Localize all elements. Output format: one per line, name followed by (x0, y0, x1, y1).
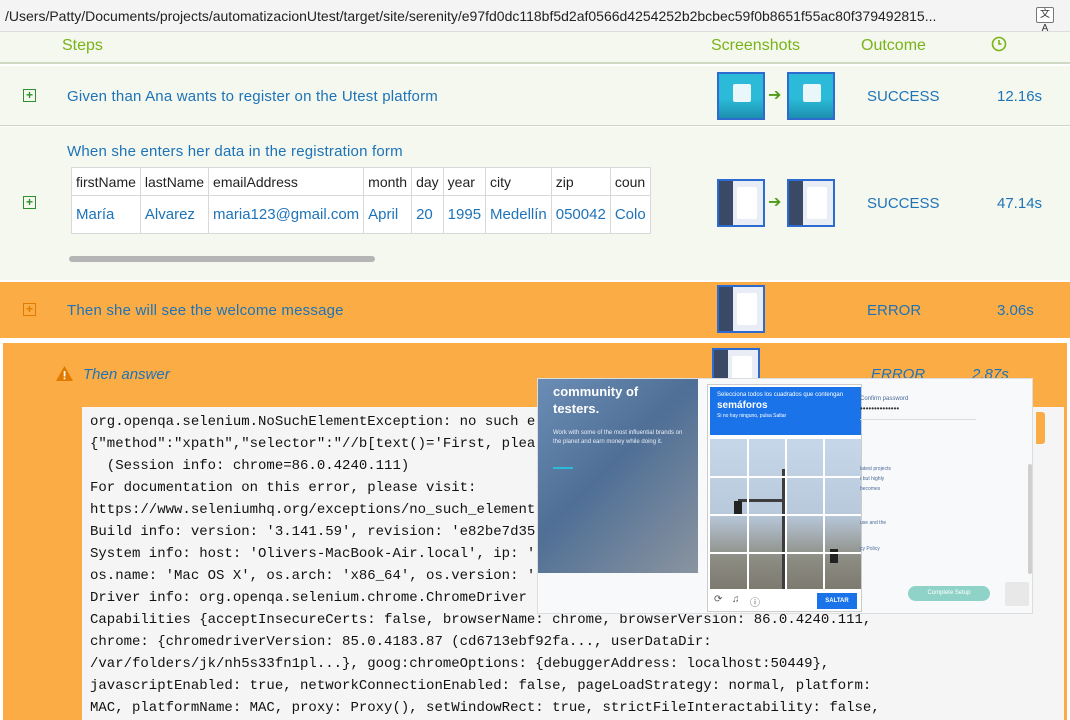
translate-icon[interactable]: 文A (1036, 7, 1054, 34)
console-line: Driver info: org.openqa.selenium.chrome.… (90, 590, 527, 606)
hero-text: Work with some of the most influential b… (553, 430, 683, 445)
column-header: emailAddress (208, 167, 365, 196)
console-line: For documentation on this error, please … (90, 480, 477, 496)
step-duration: 3.06s (997, 302, 1034, 319)
table-cell: Alvarez (139, 195, 210, 234)
side-text: use and the (860, 520, 887, 526)
confirm-password-label: Confirm password (860, 396, 909, 402)
captcha-challenge[interactable]: Selecciona todos los cuadrados que conte… (707, 384, 862, 612)
arrow-right-icon: ➔ (768, 87, 782, 104)
table-cell: maria123@gmail.com (208, 195, 365, 234)
tab-handle (1036, 412, 1045, 444)
hero-title: community of testers. (553, 384, 639, 416)
side-text: cy Policy (860, 546, 880, 552)
table-cell: 050042 (550, 195, 611, 234)
registration-data-table: firstName lastName emailAddress month da… (71, 167, 651, 234)
table-cell: María (71, 195, 141, 234)
captcha-instruction: Selecciona todos los cuadrados que conte… (717, 392, 844, 398)
confirm-password-field[interactable]: •••••••••••••• (860, 404, 976, 420)
hero-image: community of testers. Work with some of t… (538, 379, 698, 573)
captcha-footer: ⟳ ♫ ⓘ SALTAR (710, 591, 861, 611)
side-text: t but highly (860, 476, 885, 482)
recaptcha-badge (1005, 582, 1029, 606)
headphones-icon[interactable]: ♫ (732, 594, 740, 605)
step-title: Then answer (83, 366, 170, 383)
screenshot-thumbnail[interactable] (717, 72, 765, 120)
outcome-status: ERROR (867, 302, 922, 319)
console-line: https://www.seleniumhq.org/exceptions/no… (90, 502, 536, 518)
console-line: Build info: version: '3.141.59', revisio… (90, 524, 536, 540)
outcome-status: SUCCESS (867, 195, 940, 212)
column-header: coun (609, 167, 651, 196)
console-line: os.name: 'Mac OS X', os.arch: 'x86_64', … (90, 568, 536, 584)
arrow-right-icon: ➔ (768, 194, 782, 211)
header-outcome: Outcome (861, 37, 926, 54)
column-header: firstName (71, 167, 141, 196)
table-cell: April (363, 195, 413, 234)
table-header-row: firstName lastName emailAddress month da… (71, 167, 651, 196)
clock-icon (991, 36, 1007, 57)
table-row: María Alvarez maria123@gmail.com April 2… (71, 195, 651, 234)
step-row: When she enters her data in the registra… (0, 127, 1070, 280)
info-icon[interactable]: ⓘ (750, 594, 760, 609)
table-cell: 20 (411, 195, 444, 234)
outcome-status: SUCCESS (867, 88, 940, 105)
table-cell: 1995 (442, 195, 487, 234)
captcha-target: semáforos (717, 400, 768, 411)
complete-setup-button[interactable]: Complete Setup (908, 586, 990, 601)
step-title: When she enters her data in the registra… (67, 143, 403, 160)
step-row: + Given than Ana wants to register on th… (0, 66, 1070, 126)
captcha-image-grid[interactable] (710, 439, 861, 589)
console-line: (Session info: chrome=86.0.4240.111) (90, 458, 410, 474)
horizontal-scrollbar[interactable] (69, 256, 375, 262)
column-header: lastName (139, 167, 210, 196)
screenshot-thumbnail[interactable] (717, 285, 765, 333)
step-duration: 47.14s (997, 195, 1043, 212)
side-text: becomes (860, 486, 881, 492)
console-line: {"method":"xpath","selector":"//b[text()… (90, 436, 536, 452)
reload-icon[interactable]: ⟳ (714, 594, 722, 605)
column-header: zip (550, 167, 611, 196)
captcha-header: Selecciona todos los cuadrados que conte… (710, 387, 861, 435)
console-line: Capabilities {acceptInsecureCerts: false… (90, 612, 872, 628)
hero-divider (553, 467, 573, 469)
console-line: org.openqa.selenium.NoSuchElementExcepti… (90, 414, 536, 430)
step-title: Then she will see the welcome message (67, 302, 344, 319)
vertical-scrollbar[interactable] (1028, 464, 1032, 574)
expand-icon[interactable]: + (23, 303, 36, 316)
side-text: latest projects (860, 466, 891, 472)
expand-icon[interactable]: + (23, 89, 36, 102)
column-header: day (411, 167, 444, 196)
step-title: Given than Ana wants to register on the … (67, 88, 438, 105)
table-cell: Colo (609, 195, 651, 234)
captcha-hint: Si no hay ninguno, pulsa Saltar (717, 413, 787, 419)
screenshot-thumbnail[interactable] (787, 179, 835, 227)
registration-data-table-viewport[interactable]: firstName lastName emailAddress month da… (71, 167, 708, 257)
console-line: System info: host: 'Olivers-MacBook-Air.… (90, 546, 536, 562)
header-steps: Steps (62, 37, 103, 54)
screenshot-thumbnail[interactable] (717, 179, 765, 227)
registration-form-background: Confirm password •••••••••••••• latest p… (860, 379, 1032, 613)
file-path-bar: /Users/Patty/Documents/projects/automati… (0, 0, 1070, 34)
console-line: /var/folders/jk/nh5s33fn1pl...}, goog:ch… (90, 656, 830, 672)
screenshot-preview-popup[interactable]: community of testers. Work with some of t… (537, 378, 1033, 614)
console-line: chrome: {chromedriverVersion: 85.0.4183.… (90, 634, 712, 650)
column-header: month (363, 167, 413, 196)
step-row-error: + Then she will see the welcome message … (0, 282, 1070, 338)
steps-table-header: Steps Screenshots Outcome (0, 32, 1070, 64)
step-duration: 12.16s (997, 88, 1043, 105)
screenshot-thumbnail[interactable] (787, 72, 835, 120)
console-line: javascriptEnabled: true, networkConnecti… (90, 678, 872, 694)
captcha-skip-button[interactable]: SALTAR (817, 593, 857, 609)
column-header: year (442, 167, 487, 196)
warning-icon (55, 365, 74, 387)
console-line: MAC, platformName: MAC, proxy: Proxy(), … (90, 700, 880, 716)
table-cell: Medellín (485, 195, 552, 234)
file-path: /Users/Patty/Documents/projects/automati… (5, 8, 937, 24)
expand-icon[interactable]: + (23, 196, 36, 209)
header-screenshots: Screenshots (711, 37, 800, 54)
column-header: city (485, 167, 552, 196)
